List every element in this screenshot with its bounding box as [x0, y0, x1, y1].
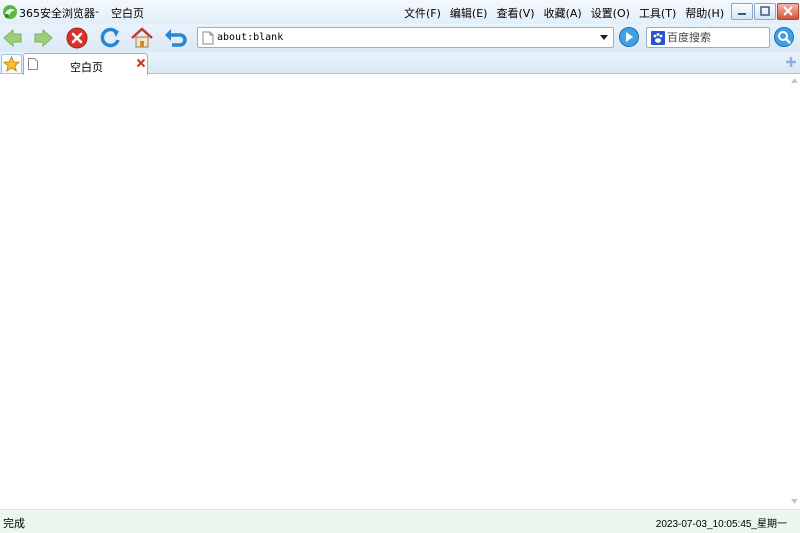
navigation-toolbar [0, 24, 800, 52]
refresh-icon[interactable] [97, 25, 123, 51]
app-name: 365安全浏览器 [19, 7, 95, 20]
menu-bar: 文件(F) 编辑(E) 查看(V) 收藏(A) 设置(O) 工具(T) 帮助(H… [404, 5, 733, 21]
undo-close-icon[interactable] [162, 25, 188, 51]
window-page-title: 空白页 [111, 7, 144, 20]
arrow-right-icon[interactable] [30, 25, 56, 51]
minimize-icon [738, 13, 746, 15]
menu-view[interactable]: 查看(V) [496, 5, 534, 21]
favorites-button[interactable] [1, 54, 22, 73]
home-icon[interactable] [129, 25, 155, 51]
search-box [646, 27, 770, 48]
tab-title: 空白页 [70, 61, 103, 74]
status-bar: 完成 2023-07-03_10:05:45_星期一 [0, 509, 800, 533]
scroll-down-icon[interactable] [791, 499, 798, 504]
maximize-button[interactable] [754, 3, 776, 20]
address-bar [197, 27, 614, 48]
chevron-down-icon[interactable] [600, 35, 608, 41]
star-icon [2, 55, 21, 72]
menu-tools[interactable]: 工具(T) [639, 5, 676, 21]
stop-icon[interactable] [64, 25, 90, 51]
tab-bar: 空白页 [0, 52, 800, 75]
title-separator: - [95, 5, 99, 18]
title-bar: 365安全浏览器 - 空白页 文件(F) 编辑(E) 查看(V) 收藏(A) 设… [0, 0, 800, 24]
window-controls [731, 3, 800, 20]
minimize-button[interactable] [731, 3, 753, 20]
baidu-paw-icon [651, 31, 665, 45]
menu-favorites[interactable]: 收藏(A) [544, 5, 582, 21]
maximize-icon [760, 6, 770, 16]
app-logo-icon [3, 5, 17, 19]
plus-icon[interactable] [785, 56, 797, 68]
menu-edit[interactable]: 编辑(E) [450, 5, 488, 21]
arrow-left-icon[interactable] [0, 25, 26, 51]
search-icon[interactable] [773, 26, 795, 48]
page-content[interactable] [0, 75, 789, 509]
window-close-button[interactable] [777, 3, 799, 20]
menu-settings[interactable]: 设置(O) [591, 5, 630, 21]
go-icon[interactable] [618, 26, 640, 48]
tab-blank-page[interactable]: 空白页 [23, 53, 148, 75]
menu-help[interactable]: 帮助(H) [685, 5, 724, 21]
status-clock: 2023-07-03_10:05:45_星期一 [655, 519, 787, 530]
vertical-scrollbar[interactable] [789, 75, 800, 509]
page-icon [202, 31, 214, 45]
address-input[interactable] [217, 29, 587, 46]
status-text: 完成 [3, 517, 25, 530]
menu-file[interactable]: 文件(F) [404, 5, 441, 21]
scroll-up-icon[interactable] [791, 78, 798, 83]
search-input[interactable] [667, 29, 767, 46]
close-icon[interactable] [136, 57, 146, 69]
close-x-icon [783, 6, 793, 16]
